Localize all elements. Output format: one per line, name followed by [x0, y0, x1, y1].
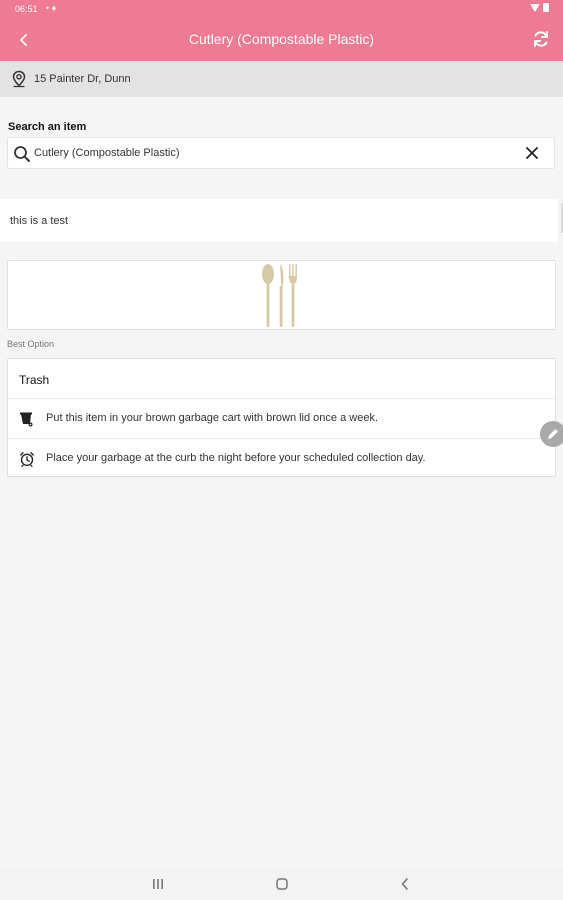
item-note-text: this is a test [10, 215, 69, 227]
item-image-card [7, 260, 556, 330]
clear-search-button[interactable] [524, 145, 540, 161]
garbage-cart-icon [18, 410, 36, 428]
item-note: this is a test [0, 199, 558, 242]
search-label: Search an item [8, 121, 87, 133]
wifi-icon [530, 3, 540, 12]
search-input[interactable] [34, 144, 514, 162]
refresh-button[interactable] [529, 27, 553, 51]
instruction-row: Put this item in your brown garbage cart… [8, 398, 555, 439]
recents-icon [153, 879, 163, 889]
best-option-label: Best Option [7, 339, 55, 349]
refresh-icon [534, 31, 548, 47]
home-icon [276, 878, 288, 890]
status-right [530, 3, 549, 12]
app-header: 06:51 • ♦ Cutlery (Compostable Plastic) [0, 0, 563, 61]
disposal-option-card: Trash Put this item in your brown garbag… [7, 358, 556, 477]
page-title: Cutlery (Compostable Plastic) [188, 31, 375, 47]
back-button[interactable] [12, 28, 36, 52]
home-button[interactable] [272, 874, 292, 894]
alarm-clock-icon [18, 450, 36, 468]
instruction-row: Place your garbage at the curb the night… [8, 438, 555, 479]
instruction-text: Place your garbage at the curb the night… [46, 452, 426, 464]
edit-pencil-icon [548, 429, 558, 439]
status-indicators: • ♦ [46, 3, 57, 13]
location-bar[interactable]: 15 Painter Dr, Dunn [0, 61, 563, 97]
system-nav-bar [0, 868, 563, 900]
location-address: 15 Painter Dr, Dunn [34, 73, 131, 85]
battery-icon [543, 3, 549, 12]
back-chevron-icon [20, 34, 27, 46]
status-bar: 06:51 • ♦ [0, 0, 563, 18]
cutlery-image [262, 264, 298, 327]
status-time: 06:51 [15, 4, 38, 14]
disposal-option-title: Trash [19, 373, 50, 387]
nav-back-button[interactable] [395, 874, 415, 894]
close-icon [526, 147, 538, 159]
search-icon [12, 144, 32, 164]
nav-back-icon [401, 878, 408, 890]
location-pin-icon [10, 70, 28, 88]
instruction-text: Put this item in your brown garbage cart… [46, 412, 378, 424]
edit-button[interactable] [540, 421, 563, 447]
search-box [7, 137, 555, 169]
recents-button[interactable] [148, 874, 168, 894]
